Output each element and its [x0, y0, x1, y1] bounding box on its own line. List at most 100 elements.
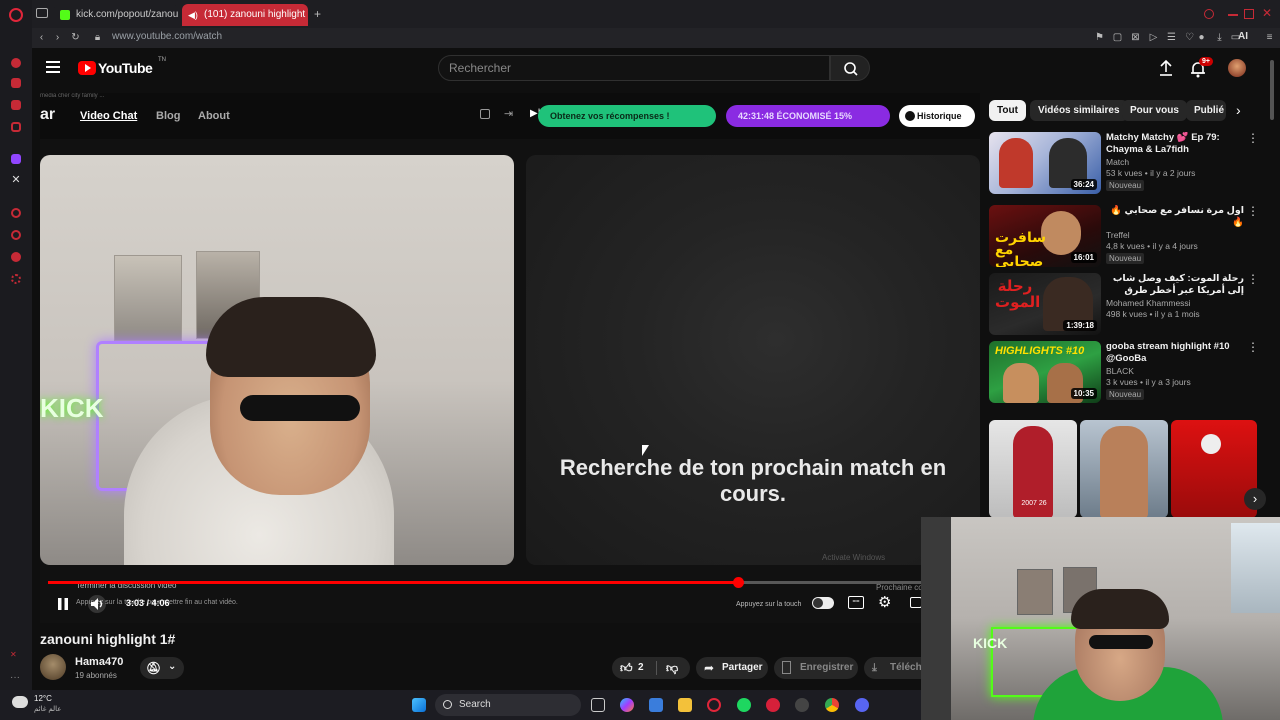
sidebar-more-icon[interactable]: ✕ [10, 650, 24, 664]
video-player[interactable]: media cher city family ... ar Video Chat… [40, 93, 980, 623]
opera-logo-icon[interactable] [9, 8, 23, 22]
page-scrollbar[interactable] [1270, 60, 1274, 120]
search-button[interactable] [830, 55, 870, 81]
chip-all[interactable]: Tout [989, 100, 1026, 121]
windows-start-icon[interactable] [412, 698, 426, 712]
share-button[interactable]: ➦ Partager [696, 657, 768, 679]
recommendation-thumbnail[interactable]: HIGHLIGHTS #10 10:35 [989, 341, 1101, 403]
close-window-icon[interactable]: ✕ [1262, 6, 1272, 20]
store-icon[interactable] [649, 698, 663, 712]
recommendation-title[interactable]: اول مرة نسافر مع صحابي 🔥 🔥 [1106, 205, 1244, 229]
aria-ai-button[interactable]: AI [1228, 31, 1248, 42]
chrome-icon[interactable] [825, 698, 839, 712]
upload-icon[interactable] [1158, 59, 1174, 77]
opera-gx-icon[interactable] [766, 698, 780, 712]
profile-icon[interactable]: ● [1196, 32, 1207, 43]
subscribed-bell-button[interactable]: 🔕︎ ⌄ [140, 657, 184, 679]
recommendation-title[interactable]: رحلة الموت: كيف وصل شاب إلى أمريكا عبر أ… [1106, 273, 1244, 297]
channel-avatar[interactable] [40, 654, 66, 680]
like-button[interactable]: 👍︎ 2 [612, 657, 656, 679]
chips-next-arrow-icon[interactable]: › [1236, 102, 1241, 118]
progress-scrubber[interactable] [732, 577, 744, 588]
copilot-icon[interactable] [620, 698, 634, 712]
more-vert-icon[interactable]: ⋮ [1247, 132, 1259, 144]
messenger-icon[interactable] [11, 100, 21, 110]
recommendation-title[interactable]: Matchy Matchy 💕 Ep 79: Chayma & La7fidh [1106, 132, 1244, 156]
nav-blog: Blog [156, 110, 181, 122]
taskbar-search[interactable]: Search [435, 694, 581, 716]
more-vert-icon[interactable]: ⋮ [1247, 205, 1259, 217]
download-button[interactable]: ⤓ Téléch [864, 657, 922, 679]
settings-gear-icon[interactable] [11, 274, 21, 284]
chip-published[interactable]: Publié [1186, 100, 1226, 121]
maximize-icon[interactable] [1244, 9, 1254, 19]
weather-icon[interactable] [12, 696, 28, 708]
easy-setup-icon[interactable]: ☰ [1166, 32, 1177, 43]
recommendation-item[interactable]: سافرت مع صحابي 16:01 اول مرة نسافر مع صحا… [989, 205, 1259, 267]
more-vert-icon[interactable]: ⋮ [1247, 341, 1259, 353]
recommendation-channel[interactable]: Mohamed Khammessi [1106, 298, 1191, 308]
search-tabs-icon[interactable] [1204, 9, 1214, 19]
chip-similar[interactable]: Vidéos similaires [1030, 100, 1128, 121]
recommendation-thumbnail[interactable]: 36:24 [989, 132, 1101, 194]
opera-taskbar-icon[interactable] [707, 698, 721, 712]
back-icon[interactable]: ‹ [36, 32, 47, 43]
pause-button[interactable] [56, 597, 70, 611]
channel-name[interactable]: Hama470 [75, 656, 123, 668]
spotify-icon[interactable] [737, 698, 751, 712]
download-icon[interactable]: ⤓ [1214, 32, 1225, 43]
snapshot-icon[interactable]: ▢ [1112, 32, 1123, 43]
discord-icon[interactable] [855, 698, 869, 712]
autoplay-toggle[interactable] [812, 597, 834, 609]
tab-kick[interactable]: kick.com/popout/zanouni [54, 4, 178, 26]
volume-button[interactable] [88, 595, 106, 613]
sidebar-menu-icon[interactable]: ··· [10, 672, 24, 686]
heart-icon[interactable]: ♡ [1184, 32, 1195, 43]
account-avatar[interactable] [1228, 59, 1246, 77]
shopping-icon[interactable] [11, 78, 21, 88]
menu-icon[interactable]: ≡ [1264, 32, 1275, 43]
recommendation-channel[interactable]: Treffel [1106, 230, 1130, 240]
recommendation-title[interactable]: gooba stream highlight #10 @GooBa [1106, 341, 1244, 365]
subtitles-icon[interactable]: == [848, 596, 864, 609]
hamburger-menu-icon[interactable] [46, 61, 60, 73]
github-icon[interactable] [795, 698, 809, 712]
adblock-icon[interactable]: ⊠ [1130, 32, 1141, 43]
recommendation-item[interactable]: HIGHLIGHTS #10 10:35 gooba stream highli… [989, 341, 1259, 403]
file-explorer-icon[interactable] [678, 698, 692, 712]
url-field[interactable]: www.youtube.com/watch [112, 31, 222, 42]
recommendation-channel[interactable]: Match [1106, 157, 1129, 167]
short-thumbnail[interactable] [1080, 420, 1168, 518]
recommendation-channel[interactable]: BLACK [1106, 366, 1134, 376]
weather-temperature[interactable]: 12°C [34, 694, 52, 703]
dislike-button[interactable]: 👎︎ [660, 657, 688, 679]
recommendation-item[interactable]: 36:24 Matchy Matchy 💕 Ep 79: Chayma & La… [989, 132, 1259, 194]
progress-bar[interactable] [48, 577, 980, 588]
shorts-next-arrow-icon[interactable]: › [1244, 488, 1266, 510]
task-view-icon[interactable] [591, 698, 605, 712]
new-tab-button[interactable]: + [314, 7, 321, 21]
speed-dial-icon[interactable] [11, 58, 21, 68]
recommendation-item[interactable]: رحلة الموت 1:39:18 رحلة الموت: كيف وصل شا… [989, 273, 1259, 335]
extensions-icon[interactable] [11, 252, 21, 262]
chip-for-you[interactable]: Pour vous [1122, 100, 1187, 121]
tab-youtube[interactable]: ◀) (101) zanouni highlight [182, 4, 308, 26]
recommendation-thumbnail[interactable]: رحلة الموت 1:39:18 [989, 273, 1101, 335]
settings-icon[interactable]: ⚙︎ [878, 593, 891, 611]
minimize-icon[interactable] [1228, 14, 1238, 16]
short-thumbnail[interactable]: 2007 26 [989, 420, 1077, 518]
workspaces-icon[interactable] [36, 8, 48, 18]
reload-icon[interactable]: ↻ [70, 32, 81, 43]
x-twitter-icon[interactable]: ✕ [10, 174, 22, 186]
forward-icon[interactable]: › [52, 32, 63, 43]
twitch-icon[interactable] [11, 154, 21, 164]
more-vert-icon[interactable]: ⋮ [1247, 273, 1259, 285]
save-button[interactable]: Enregistrer [774, 657, 858, 679]
recommendation-thumbnail[interactable]: سافرت مع صحابي 16:01 [989, 205, 1101, 267]
bookmark-icon[interactable]: ⚑ [1094, 32, 1105, 43]
history-icon[interactable] [11, 230, 21, 240]
instagram-icon[interactable] [11, 122, 21, 132]
search-input[interactable]: Rechercher [438, 55, 830, 81]
player-icon[interactable] [11, 208, 21, 218]
play-icon[interactable]: ▷ [1148, 32, 1159, 43]
